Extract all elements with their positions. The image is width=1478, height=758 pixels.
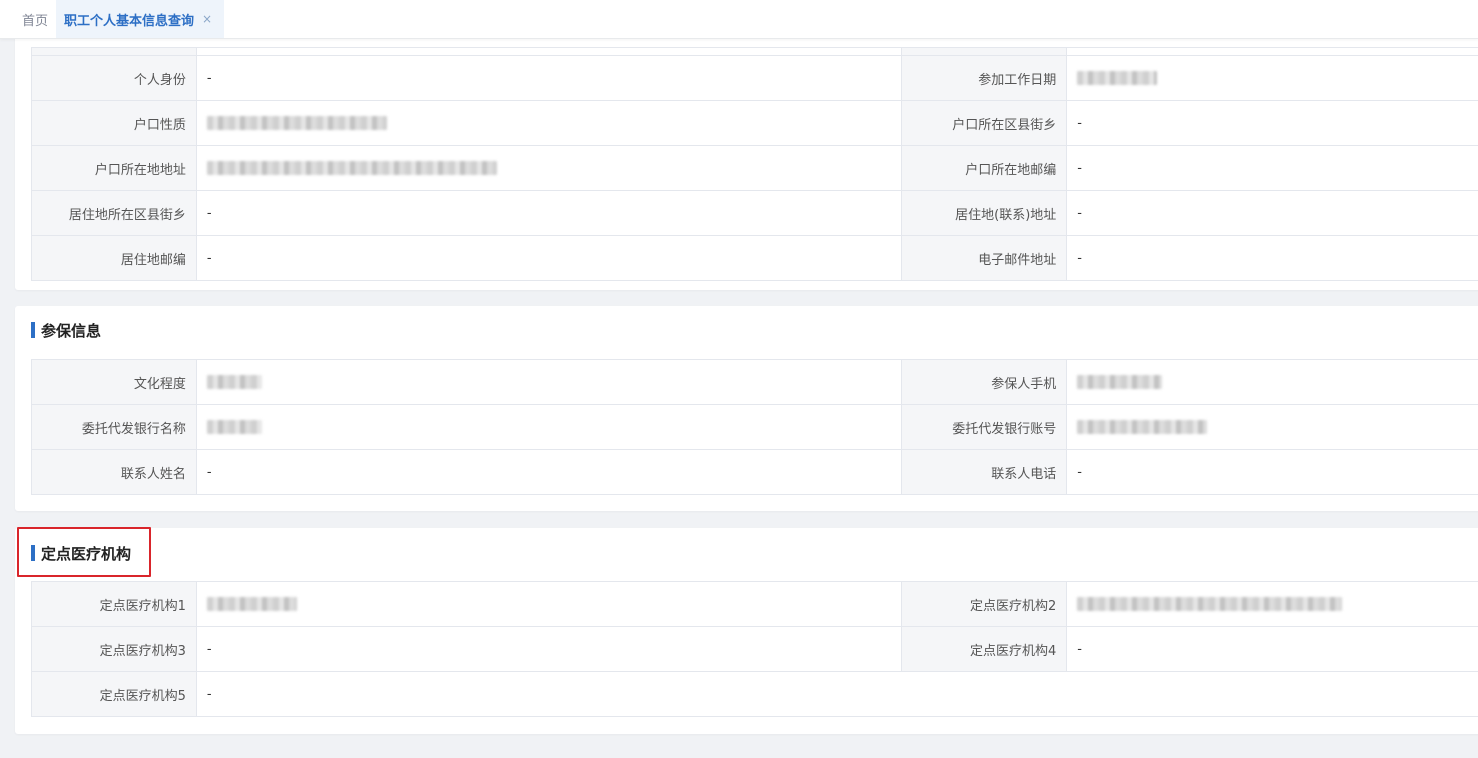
tab-active-label: 职工个人基本信息查询	[64, 13, 195, 29]
table-row: 委托代发银行名称 委托代发银行账号	[32, 405, 1478, 450]
field-value-redacted	[197, 582, 903, 626]
field-label: 文化程度	[32, 360, 197, 404]
field-value-redacted	[197, 146, 903, 190]
field-label: 居住地邮编	[32, 236, 197, 280]
field-label: 居住地(联系)地址	[902, 191, 1068, 235]
table-row: 个人身份 - 参加工作日期	[32, 56, 1478, 101]
field-label: 户口所在区县街乡	[902, 101, 1068, 145]
redacted-mosaic	[1077, 420, 1208, 434]
table-row: 居住地邮编 - 电子邮件地址 -	[32, 236, 1478, 281]
table-row: 联系人姓名 - 联系人电话 -	[32, 450, 1478, 495]
tab-home[interactable]: 首页	[0, 0, 56, 38]
redacted-mosaic	[206, 597, 297, 611]
table-row: 户口所在地地址 户口所在地邮编 -	[32, 146, 1478, 191]
insurance-info-card: 参保信息 文化程度 参保人手机 委托代发银行名称 委托代发银行账号 联系人姓名 …	[15, 306, 1478, 511]
field-value: -	[1077, 641, 1082, 657]
redacted-mosaic	[206, 116, 387, 130]
field-value: -	[197, 627, 903, 671]
field-value-redacted	[1067, 360, 1478, 404]
highlight-box	[17, 527, 151, 577]
tab-employee-info-query[interactable]: 职工个人基本信息查询 ×	[56, 0, 225, 38]
redacted-mosaic	[206, 420, 262, 434]
field-value-redacted	[197, 360, 903, 404]
field-value: -	[197, 236, 903, 280]
field-value-redacted	[1067, 582, 1478, 626]
redacted-mosaic	[1077, 71, 1158, 85]
field-label: 定点医疗机构1	[32, 582, 197, 626]
field-value: -	[197, 450, 903, 494]
field-label: 户口性质	[32, 101, 197, 145]
redacted-mosaic	[206, 161, 497, 175]
medical-institution-card: 定点医疗机构 定点医疗机构1 定点医疗机构2 定点医疗机构3 - 定点医疗机构4…	[15, 528, 1478, 734]
table-row: 居住地所在区县街乡 - 居住地(联系)地址 -	[32, 191, 1478, 236]
field-value: -	[1077, 115, 1082, 131]
basic-info-table: 个人身份 - 参加工作日期 户口性质 户口所在区县街乡 - 户口所在地地址 户口…	[31, 47, 1478, 281]
field-label: 联系人姓名	[32, 450, 197, 494]
title-accent-bar	[31, 322, 35, 338]
field-value-redacted	[197, 405, 903, 449]
field-value-redacted	[197, 101, 903, 145]
field-label: 定点医疗机构5	[32, 672, 197, 716]
field-label: 参加工作日期	[902, 56, 1068, 100]
redacted-mosaic	[1077, 597, 1343, 611]
tab-bar: 首页 职工个人基本信息查询 ×	[0, 0, 1478, 39]
field-value-redacted	[1067, 56, 1478, 100]
field-value: -	[1077, 464, 1082, 480]
field-label: 定点医疗机构3	[32, 627, 197, 671]
field-label: 居住地所在区县街乡	[32, 191, 197, 235]
field-label: 委托代发银行账号	[902, 405, 1068, 449]
field-label: 委托代发银行名称	[32, 405, 197, 449]
table-row: 定点医疗机构3 - 定点医疗机构4 -	[32, 627, 1478, 672]
field-label: 联系人电话	[902, 450, 1068, 494]
field-value-redacted	[1067, 405, 1478, 449]
table-row: 定点医疗机构5 -	[32, 672, 1478, 717]
field-value: -	[197, 191, 903, 235]
medical-institution-table: 定点医疗机构1 定点医疗机构2 定点医疗机构3 - 定点医疗机构4 - 定点医疗…	[31, 581, 1478, 717]
field-label: 个人身份	[32, 56, 197, 100]
table-row: 定点医疗机构1 定点医疗机构2	[32, 582, 1478, 627]
field-value: -	[197, 56, 903, 100]
table-row: 户口性质 户口所在区县街乡 -	[32, 101, 1478, 146]
field-value: -	[206, 686, 212, 702]
field-label: 电子邮件地址	[902, 236, 1068, 280]
tab-home-label: 首页	[22, 13, 49, 29]
field-label: 定点医疗机构2	[902, 582, 1068, 626]
field-label: 户口所在地地址	[32, 146, 197, 190]
redacted-mosaic	[1077, 375, 1163, 389]
section-title: 参保信息	[31, 320, 101, 340]
table-row: 文化程度 参保人手机	[32, 360, 1478, 405]
close-icon[interactable]: ×	[202, 12, 212, 26]
table-row-partial	[32, 48, 1478, 56]
field-value: -	[1077, 250, 1082, 266]
field-label: 户口所在地邮编	[902, 146, 1068, 190]
insurance-info-table: 文化程度 参保人手机 委托代发银行名称 委托代发银行账号 联系人姓名 - 联系人…	[31, 359, 1478, 495]
field-value: -	[1077, 205, 1082, 221]
field-label: 定点医疗机构4	[902, 627, 1068, 671]
redacted-mosaic	[206, 375, 262, 389]
basic-info-card: 个人身份 - 参加工作日期 户口性质 户口所在区县街乡 - 户口所在地地址 户口…	[15, 20, 1478, 290]
field-value: -	[1077, 160, 1082, 176]
field-label: 参保人手机	[902, 360, 1068, 404]
